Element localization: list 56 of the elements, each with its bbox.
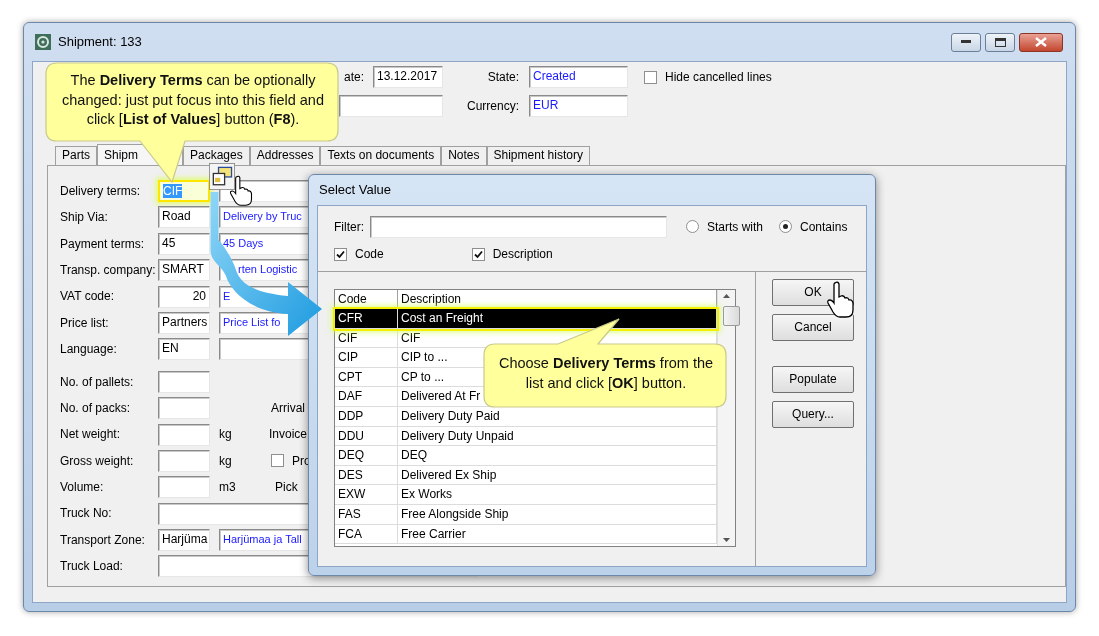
field-label: Gross weight: (60, 453, 135, 469)
window-title: Shipment: 133 (58, 34, 142, 50)
table-cell: DAF (338, 389, 362, 404)
field-label: Truck Load: (60, 559, 124, 574)
table-cell: CP to ... (401, 369, 445, 384)
callout-text: The Delivery Terms can be optionally changed: just put focus into this field and click [List of Values] button (F8). (61, 71, 325, 130)
field-label: Price list: (60, 315, 110, 331)
field-label: Language: (60, 342, 118, 357)
table-cell: EXW (338, 487, 366, 502)
callout-text: Choose Delivery Terms from the list and click [OK] button. (497, 354, 715, 393)
field-label: Transp. company: (60, 262, 157, 278)
dialog-title: Select Value (319, 182, 392, 198)
table-cell: FAS (338, 506, 361, 521)
unit-label: kg (219, 427, 233, 442)
table-cell: FCA (338, 526, 362, 541)
field-label: Arrival (271, 400, 305, 416)
table-cell: CPT (338, 369, 362, 384)
field-label: Currency: (466, 98, 520, 114)
table-cell: DDU (338, 428, 364, 443)
unit-label: kg (219, 453, 233, 469)
field-label: Pick (275, 480, 298, 495)
checkbox-label: Description (492, 247, 553, 262)
checkbox-label: Hide cancelled lines (665, 69, 772, 85)
table-cell: Free Carrier (401, 526, 466, 541)
table-cell: CFR (338, 311, 363, 325)
table-cell: Delivery Duty Paid (401, 408, 500, 423)
table-cell: CIP (338, 350, 358, 365)
table-cell: DES (338, 467, 363, 482)
table-cell: DEQ (401, 448, 427, 463)
table-cell: CIF (338, 330, 358, 345)
field-label: State: (486, 69, 520, 85)
radio-label: Starts with (707, 219, 763, 235)
table-cell: Free Alongside Ship (401, 506, 509, 521)
field-label: Delivery terms: (60, 183, 141, 199)
field-label: Net weight: (60, 427, 122, 442)
table-cell: DEQ (338, 448, 364, 463)
field-label: Invoice (269, 427, 308, 442)
table-cell: Cost an Freight (401, 311, 484, 325)
field-label: Volume: (60, 480, 105, 495)
field-label: Payment terms: (60, 236, 146, 251)
table-cell: Delivery Duty Unpaid (401, 428, 514, 443)
table-cell: CIF (401, 330, 421, 345)
unit-label: m3 (219, 480, 237, 495)
field-label: Ship Via: (60, 210, 109, 225)
table-cell: Ex Works (401, 487, 453, 502)
field-label: No. of pallets: (60, 374, 135, 389)
field-label: ate: (344, 69, 365, 85)
table-cell: Delivered Ex Ship (401, 467, 497, 482)
field-label: Transport Zone: (60, 532, 146, 548)
field-label: VAT code: (60, 289, 116, 304)
table-cell: DDP (338, 408, 364, 423)
field-label: No. of packs: (60, 400, 132, 416)
field-label: Truck No: (60, 506, 113, 521)
table-cell: CIP to ... (401, 350, 448, 365)
radio-label: Contains (800, 219, 848, 235)
table-cell: Delivered At Fr (401, 389, 481, 404)
